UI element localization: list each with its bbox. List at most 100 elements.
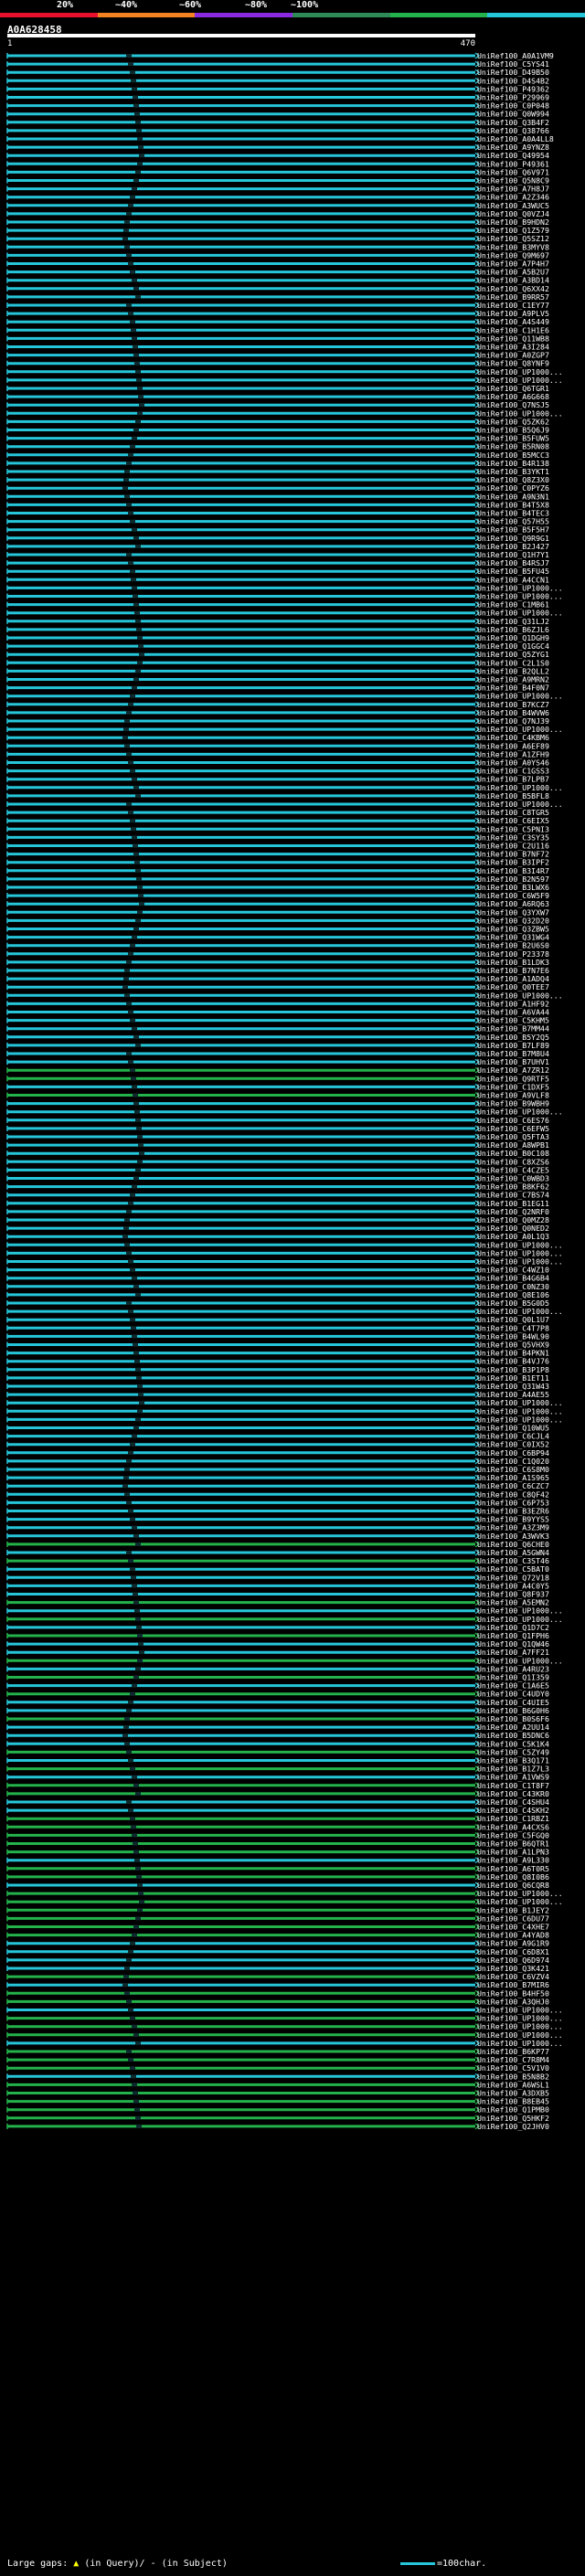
hit-row[interactable]: UniRef100_B9WBH9 [6, 1099, 549, 1108]
hit-row[interactable]: UniRef100_Q9R9G1 [6, 534, 549, 543]
hit-row[interactable]: UniRef100_C5BAT0 [6, 1564, 549, 1574]
hit-row[interactable]: UniRef100_C5KHM5 [6, 1016, 549, 1025]
hit-row[interactable]: UniRef100_Q2JHV0 [6, 2122, 549, 2131]
hit-row[interactable]: UniRef100_Q1DGH9 [6, 633, 549, 642]
hit-row[interactable]: UniRef100_C1H1E6 [6, 325, 549, 334]
hit-row[interactable]: UniRef100_B4WVW6 [6, 708, 549, 717]
hit-row[interactable]: UniRef100_Q32D20 [6, 916, 549, 925]
hit-row[interactable]: UniRef100_B7M8U4 [6, 1049, 549, 1058]
hit-row[interactable]: UniRef100_A5GWN4 [6, 1548, 549, 1557]
hit-row[interactable]: UniRef100_C1Q020 [6, 1457, 549, 1466]
hit-row[interactable]: UniRef100_C7BS74 [6, 1191, 549, 1200]
hit-row[interactable]: UniRef100_A9MRN2 [6, 675, 549, 684]
hit-row[interactable]: UniRef100_Q5FTA3 [6, 1132, 549, 1141]
hit-row[interactable]: UniRef100_C1GSS3 [6, 767, 549, 776]
hit-row[interactable]: UniRef100_C3ST46 [6, 1556, 549, 1565]
hit-row[interactable]: UniRef100_B5BFL8 [6, 791, 549, 800]
hit-row[interactable]: UniRef100_C5FGQ0 [6, 1830, 549, 1839]
hit-row[interactable]: UniRef100_B5FUW5 [6, 434, 549, 443]
hit-row[interactable]: UniRef100_A4YAD8 [6, 1931, 549, 1940]
hit-row[interactable]: UniRef100_Q8Z3X0 [6, 475, 549, 484]
hit-row[interactable]: UniRef100_Q7NSJ5 [6, 400, 549, 409]
hit-row[interactable]: UniRef100_B4RSJ7 [6, 558, 549, 567]
hit-row[interactable]: UniRef100_Q6V971 [6, 167, 549, 176]
hit-row[interactable]: UniRef100_C8TGR5 [6, 808, 549, 817]
hit-row[interactable]: UniRef100_P49362 [6, 84, 549, 93]
hit-row[interactable]: UniRef100_Q5VHX9 [6, 1341, 549, 1350]
hit-row[interactable]: UniRef100_C1EY77 [6, 301, 549, 310]
hit-row[interactable]: UniRef100_A3DXB5 [6, 2089, 549, 2098]
hit-row[interactable]: UniRef100_C4UDY0 [6, 1690, 549, 1699]
hit-row[interactable]: UniRef100_A3WVK3 [6, 1532, 549, 1541]
hit-row[interactable]: UniRef100_Q31WG4 [6, 933, 549, 942]
hit-row[interactable]: UniRef100_B4F0N7 [6, 684, 549, 693]
hit-row[interactable]: UniRef100_Q0TEE7 [6, 982, 549, 991]
hit-row[interactable]: UniRef100_Q49954 [6, 151, 549, 160]
hit-row[interactable]: UniRef100_B2N597 [6, 875, 549, 884]
hit-row[interactable]: UniRef100_Q9M697 [6, 250, 549, 260]
hit-row[interactable]: UniRef100_Q1QW46 [6, 1639, 549, 1648]
hit-row[interactable]: UniRef100_C6DU77 [6, 1913, 549, 1923]
hit-row[interactable]: UniRef100_B0S6F6 [6, 1714, 549, 1723]
hit-row[interactable]: UniRef100_C5PNI3 [6, 824, 549, 833]
hit-row[interactable]: UniRef100_B3Q171 [6, 1756, 549, 1765]
hit-row[interactable]: UniRef100_Q9RTF5 [6, 1074, 549, 1083]
hit-row[interactable]: UniRef100_B4T5X8 [6, 500, 549, 509]
hit-row[interactable]: UniRef100_A1HF92 [6, 999, 549, 1008]
hit-row[interactable]: UniRef100_C4CZE5 [6, 1165, 549, 1174]
hit-row[interactable]: UniRef100_A3I284 [6, 343, 549, 352]
hit-row[interactable]: UniRef100_A8WPB1 [6, 1140, 549, 1150]
hit-row[interactable]: UniRef100_C4SHU4 [6, 1797, 549, 1807]
hit-row[interactable]: UniRef100_B5Y2Q5 [6, 1033, 549, 1042]
hit-row[interactable]: UniRef100_A7ZR12 [6, 1065, 549, 1075]
hit-row[interactable]: UniRef100_Q3YXW7 [6, 907, 549, 917]
hit-row[interactable]: UniRef100_C4SKH2 [6, 1806, 549, 1815]
hit-row[interactable]: UniRef100_B5MCC3 [6, 451, 549, 460]
hit-row[interactable]: UniRef100_A9PLV5 [6, 309, 549, 318]
hit-row[interactable]: UniRef100_A0A4LL8 [6, 134, 554, 143]
hit-row[interactable]: UniRef100_A4C0Y5 [6, 1581, 549, 1590]
hit-row[interactable]: UniRef100_B1EG11 [6, 1199, 549, 1208]
hit-row[interactable]: UniRef100_Q31W43 [6, 1382, 549, 1391]
hit-row[interactable]: UniRef100_Q11WB8 [6, 334, 549, 343]
hit-row[interactable]: UniRef100_C0WBD3 [6, 1174, 549, 1183]
hit-row[interactable]: UniRef100_B2QLL2 [6, 666, 549, 675]
hit-row[interactable]: UniRef100_B3MYV8 [6, 242, 549, 251]
hit-row[interactable]: UniRef100_Q8I0B6 [6, 1872, 549, 1882]
hit-row[interactable]: UniRef100_B3EZR6 [6, 1507, 549, 1516]
hit-row[interactable]: UniRef100_C0PYZ6 [6, 483, 549, 493]
hit-row[interactable]: UniRef100_C6D8X1 [6, 1947, 549, 1956]
hit-row[interactable]: UniRef100_B1LDK3 [6, 958, 549, 967]
hit-row[interactable]: UniRef100_B8KF62 [6, 1182, 549, 1192]
hit-row[interactable]: UniRef100_C6P753 [6, 1498, 549, 1507]
hit-row[interactable]: UniRef100_C3SY35 [6, 832, 549, 842]
hit-row[interactable]: UniRef100_B4TEC3 [6, 509, 549, 518]
hit-row[interactable]: UniRef100_B7MIR6 [6, 1980, 549, 1989]
hit-row[interactable]: UniRef100_A2UU14 [6, 1723, 549, 1732]
hit-row[interactable]: UniRef100_Q6CHE0 [6, 1540, 549, 1549]
hit-row[interactable]: UniRef100_C1RBZ1 [6, 1814, 549, 1823]
hit-row[interactable]: UniRef100_B3I4R7 [6, 866, 549, 875]
hit-row[interactable]: UniRef100_A1LPN3 [6, 1848, 549, 1857]
hit-row[interactable]: UniRef100_Q1Z579 [6, 226, 549, 235]
hit-row[interactable]: UniRef100_Q8E106 [6, 1290, 549, 1299]
hit-row[interactable]: UniRef100_A4AE55 [6, 1390, 549, 1399]
hit-row[interactable]: UniRef100_C2L1S0 [6, 658, 549, 667]
hit-row[interactable]: UniRef100_B4WL90 [6, 1331, 549, 1341]
hit-row[interactable]: UniRef100_C5V1V0 [6, 2063, 549, 2072]
hit-row[interactable]: UniRef100_Q5HKF2 [6, 2114, 549, 2123]
hit-row[interactable]: UniRef100_A3BD14 [6, 276, 549, 285]
hit-row[interactable]: UniRef100_B3LWX6 [6, 883, 549, 892]
hit-row[interactable]: UniRef100_B3P1P8 [6, 1365, 549, 1374]
hit-row[interactable]: UniRef100_B7LF89 [6, 1041, 549, 1050]
hit-row[interactable]: UniRef100_D4S4B2 [6, 76, 549, 85]
hit-row[interactable]: UniRef100_Q5N8C9 [6, 176, 549, 186]
hit-row[interactable]: UniRef100_A1S965 [6, 1473, 549, 1482]
hit-row[interactable]: UniRef100_B0C108 [6, 1149, 549, 1158]
hit-row[interactable]: UniRef100_A7P4H7 [6, 260, 549, 269]
hit-row[interactable]: UniRef100_Q0VZJ4 [6, 209, 549, 218]
hit-row[interactable]: UniRef100_B9HDN2 [6, 217, 549, 227]
hit-row[interactable]: UniRef100_A0L1Q3 [6, 1232, 549, 1241]
hit-row[interactable]: UniRef100_C7R8M4 [6, 2055, 549, 2064]
hit-row[interactable]: UniRef100_C1MB61 [6, 600, 549, 610]
